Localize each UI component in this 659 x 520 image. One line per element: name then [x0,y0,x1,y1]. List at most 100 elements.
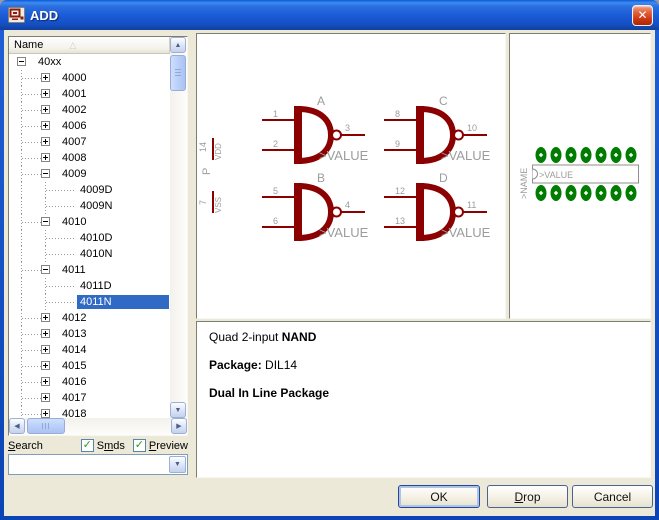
svg-text:B: B [317,171,325,185]
tree-item-label: 4012 [59,311,89,325]
svg-text:VSS: VSS [214,197,223,213]
svg-text:>VALUE: >VALUE [539,170,573,180]
tree-item[interactable]: 4010D [9,230,170,246]
tree-item-label: 4008 [59,151,89,165]
tree-guide-line [21,406,22,418]
expand-icon[interactable] [41,89,50,98]
pad [626,185,637,201]
preview-label: Preview [149,440,188,452]
drop-button[interactable]: Drop [487,485,568,508]
smds-checkbox-group[interactable]: ✓ Smds [81,439,125,452]
expand-icon[interactable] [41,121,50,130]
vertical-scroll-thumb[interactable] [170,55,186,91]
preview-checkbox[interactable]: ✓ [133,439,146,452]
svg-text:>NAME: >NAME [519,168,529,199]
svg-text:11: 11 [467,200,476,210]
scroll-right-button[interactable]: ▶ [171,418,187,434]
vertical-scrollbar[interactable]: ▲ ▼ [170,37,187,418]
tree-item[interactable]: 4011D [9,278,170,294]
preview-checkbox-group[interactable]: ✓ Preview [133,439,188,452]
expand-icon[interactable] [41,377,50,386]
tree-rows: 40xx40004001400240064007400840094009D400… [9,54,170,418]
tree-item[interactable]: 4011 [9,262,170,278]
close-button[interactable]: ✕ [632,5,653,26]
tree-header-label: Name [14,39,43,51]
expand-icon[interactable] [41,329,50,338]
svg-text:1: 1 [273,109,278,119]
scroll-left-button[interactable]: ◀ [9,418,25,434]
tree-item[interactable]: 4009 [9,166,170,182]
search-combo-box[interactable]: ▼ [8,454,188,475]
tree-item[interactable]: 40xx [9,54,170,70]
pad [626,147,637,163]
collapse-icon[interactable] [41,217,50,226]
smds-label: Smds [97,440,125,452]
tree-item[interactable]: 4015 [9,358,170,374]
smds-checkbox[interactable]: ✓ [81,439,94,452]
tree-item[interactable]: 4009D [9,182,170,198]
tree-item-label: 4009N [77,199,115,213]
tree-item[interactable]: 4008 [9,150,170,166]
dil14-footprint: >NAME >VALUE [519,147,639,201]
nand-gate-a: 123A>VALUE [262,94,369,164]
scroll-down-button[interactable]: ▼ [170,402,186,418]
svg-text:A: A [317,94,325,108]
tree-item[interactable]: 4016 [9,374,170,390]
scroll-up-button[interactable]: ▲ [170,37,186,53]
tree-item[interactable]: 4012 [9,310,170,326]
tree-connector [22,94,41,95]
tree-connector [46,190,76,191]
expand-icon[interactable] [41,409,50,418]
tree-item-label: 4013 [59,327,89,341]
expand-icon[interactable] [41,313,50,322]
tree-connector [46,254,76,255]
cancel-button[interactable]: Cancel [572,485,653,508]
expand-icon[interactable] [41,73,50,82]
tree-item[interactable]: 4017 [9,390,170,406]
collapse-icon[interactable] [17,57,26,66]
scroll-up-icon: ▲ [175,42,182,49]
tree-item[interactable]: 4002 [9,102,170,118]
svg-text:C: C [439,94,448,108]
tree-item[interactable]: 4010 [9,214,170,230]
scroll-down-icon: ▼ [175,407,182,414]
expand-icon[interactable] [41,153,50,162]
title-bar[interactable]: ADD ✕ [0,0,659,30]
expand-icon[interactable] [41,393,50,402]
sort-ascending-icon: △ [69,41,76,50]
tree-item[interactable]: 4018 [9,406,170,418]
combo-dropdown-button[interactable]: ▼ [169,456,186,473]
tree-item[interactable]: 4011N [9,294,170,310]
collapse-icon[interactable] [41,169,50,178]
tree-connector [46,302,76,303]
description-line: Package: DIL14 [209,358,638,372]
tree-column-header[interactable]: Name △ [9,37,170,54]
tree-item[interactable]: 4013 [9,326,170,342]
tree-item[interactable]: 4000 [9,70,170,86]
expand-icon[interactable] [41,105,50,114]
ok-button[interactable]: OK [398,485,480,508]
svg-text:5: 5 [273,186,278,196]
description-line: Dual In Line Package [209,386,638,400]
expand-icon[interactable] [41,361,50,370]
horizontal-scroll-thumb[interactable] [27,418,65,434]
tree-item[interactable]: 4009N [9,198,170,214]
library-tree: Name △ 40xx40004001400240064007400840094… [8,36,188,436]
expand-icon[interactable] [41,137,50,146]
expand-icon[interactable] [41,345,50,354]
tree-item[interactable]: 4001 [9,86,170,102]
tree-item[interactable]: 4010N [9,246,170,262]
close-icon: ✕ [637,8,647,22]
tree-connector [46,238,76,239]
symbol-preview-panel: 123A>VALUE564B>VALUE8910C>VALUE121311D>V… [196,33,506,319]
pad [551,147,562,163]
horizontal-scrollbar[interactable]: ◀ ▶ [9,418,187,435]
dialog-body: Name △ 40xx40004001400240064007400840094… [4,30,655,516]
nand-gate-c: 8910C>VALUE [384,94,491,164]
tree-item-label: 4014 [59,343,89,357]
search-combo-value[interactable] [9,455,168,474]
tree-item[interactable]: 4014 [9,342,170,358]
tree-item[interactable]: 4007 [9,134,170,150]
tree-item[interactable]: 4006 [9,118,170,134]
collapse-icon[interactable] [41,265,50,274]
